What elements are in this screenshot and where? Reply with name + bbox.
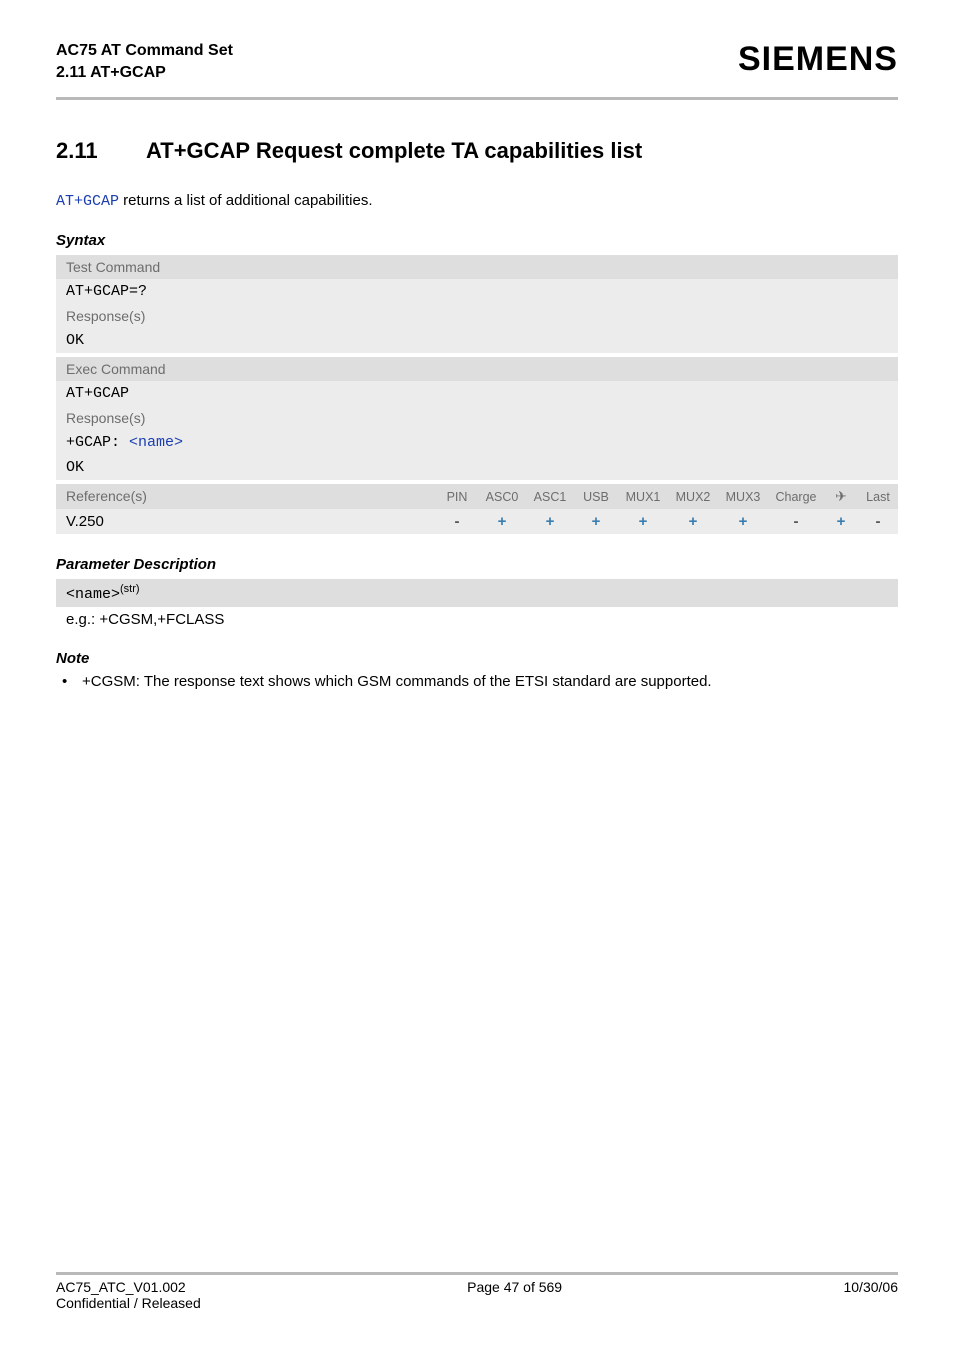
exec-command: AT+GCAP bbox=[56, 381, 898, 406]
section-number: 2.11 bbox=[56, 138, 146, 164]
val-mux2: + bbox=[668, 509, 718, 534]
section-title: AT+GCAP Request complete TA capabilities… bbox=[146, 138, 642, 164]
footer-left1: AC75_ATC_V01.002 bbox=[56, 1279, 186, 1295]
reference-header-row: Reference(s) PIN ASC0 ASC1 USB MUX1 MUX2… bbox=[56, 484, 898, 509]
col-mux3: MUX3 bbox=[718, 486, 768, 508]
col-usb: USB bbox=[574, 486, 618, 508]
col-asc0: ASC0 bbox=[478, 486, 526, 508]
val-charge: - bbox=[768, 509, 824, 534]
val-air: + bbox=[824, 509, 858, 534]
val-asc1: + bbox=[526, 509, 574, 534]
footer-left2: Confidential / Released bbox=[56, 1295, 201, 1311]
test-response-label: Response(s) bbox=[56, 304, 898, 328]
atgcap-link[interactable]: AT+GCAP bbox=[56, 193, 119, 210]
reference-label: Reference(s) bbox=[56, 484, 436, 509]
bullet-icon: • bbox=[62, 673, 82, 690]
intro-paragraph: AT+GCAP returns a list of additional cap… bbox=[56, 192, 898, 210]
exec-response-param-link[interactable]: <name> bbox=[129, 434, 183, 451]
param-name: <name> bbox=[66, 586, 120, 603]
note-text: +CGSM: The response text shows which GSM… bbox=[82, 673, 712, 690]
footer-right: 10/30/06 bbox=[843, 1279, 898, 1295]
test-command: AT+GCAP=? bbox=[56, 279, 898, 304]
note-list: • +CGSM: The response text shows which G… bbox=[56, 673, 898, 690]
val-last: - bbox=[858, 509, 898, 534]
exec-response-prefix: +GCAP: bbox=[66, 434, 129, 451]
exec-response-line1: +GCAP: <name> bbox=[56, 430, 898, 455]
val-asc0: + bbox=[478, 509, 526, 534]
val-mux1: + bbox=[618, 509, 668, 534]
param-desc: e.g.: +CGSM,+FCLASS bbox=[56, 607, 898, 628]
footer-divider bbox=[56, 1272, 898, 1275]
syntax-heading: Syntax bbox=[56, 232, 898, 249]
airplane-icon: ✈ bbox=[824, 484, 858, 509]
val-usb: + bbox=[574, 509, 618, 534]
section-heading: 2.11 AT+GCAP Request complete TA capabil… bbox=[56, 138, 898, 164]
param-name-row: <name>(str) bbox=[56, 579, 898, 607]
val-pin: - bbox=[436, 509, 478, 534]
reference-value-row: V.250 - + + + + + + - + - bbox=[56, 509, 898, 534]
note-heading: Note bbox=[56, 650, 898, 667]
val-mux3: + bbox=[718, 509, 768, 534]
doc-title-line1: AC75 AT Command Set bbox=[56, 40, 233, 62]
footer-center: Page 47 of 569 bbox=[467, 1279, 562, 1295]
reference-value: V.250 bbox=[56, 509, 436, 534]
col-charge: Charge bbox=[768, 486, 824, 508]
exec-command-label: Exec Command bbox=[56, 357, 898, 381]
col-asc1: ASC1 bbox=[526, 486, 574, 508]
col-last: Last bbox=[858, 486, 898, 508]
col-pin: PIN bbox=[436, 486, 478, 508]
param-block: <name>(str) e.g.: +CGSM,+FCLASS bbox=[56, 579, 898, 628]
exec-response-label: Response(s) bbox=[56, 406, 898, 430]
exec-response-ok: OK bbox=[56, 455, 898, 480]
brand-logo: SIEMENS bbox=[738, 40, 898, 79]
syntax-block: Test Command AT+GCAP=? Response(s) OK Ex… bbox=[56, 255, 898, 534]
page-footer: AC75_ATC_V01.002 Page 47 of 569 10/30/06… bbox=[56, 1272, 898, 1311]
col-mux2: MUX2 bbox=[668, 486, 718, 508]
param-type: (str) bbox=[120, 583, 140, 595]
intro-text: returns a list of additional capabilitie… bbox=[119, 192, 372, 209]
test-response: OK bbox=[56, 328, 898, 353]
doc-title-line2: 2.11 AT+GCAP bbox=[56, 62, 233, 84]
note-item: • +CGSM: The response text shows which G… bbox=[62, 673, 898, 690]
header-divider bbox=[56, 97, 898, 100]
param-desc-heading: Parameter Description bbox=[56, 556, 898, 573]
test-command-label: Test Command bbox=[56, 255, 898, 279]
col-mux1: MUX1 bbox=[618, 486, 668, 508]
